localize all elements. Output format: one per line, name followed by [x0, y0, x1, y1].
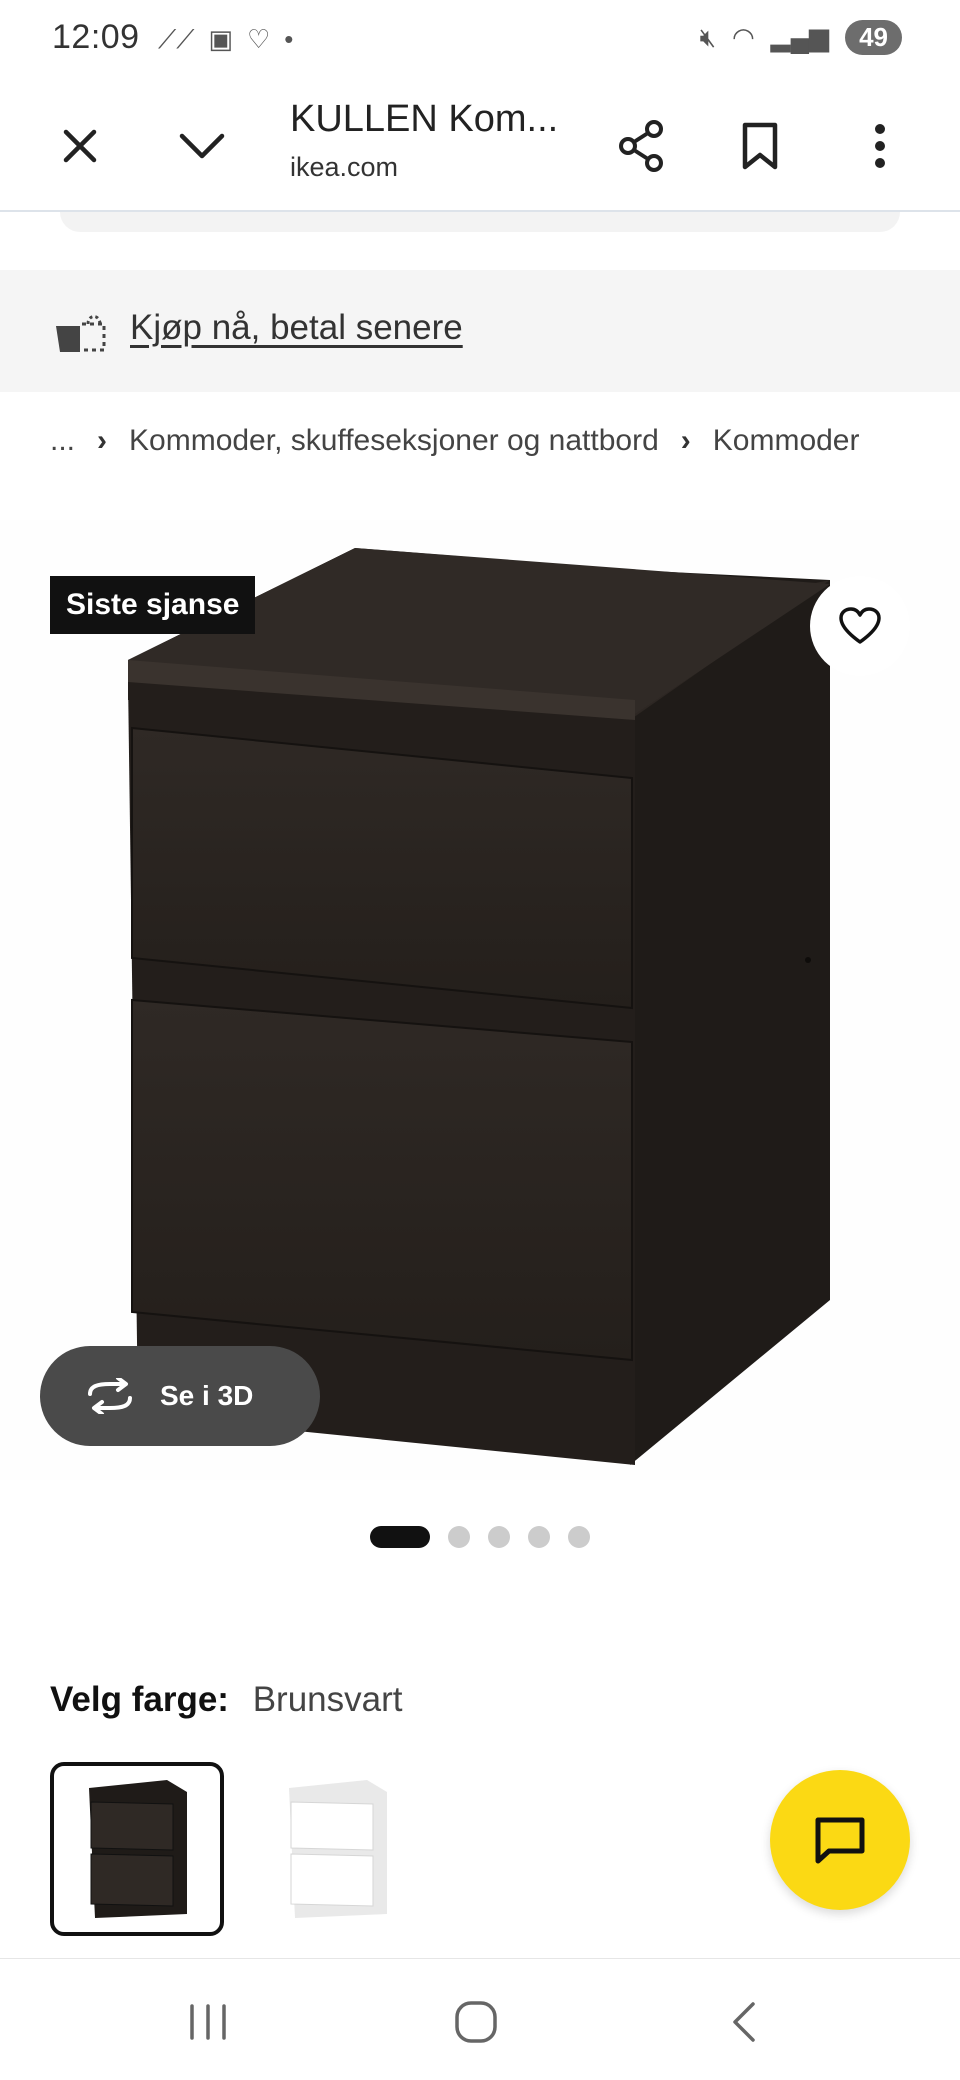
page-title: KULLEN Kom...	[290, 98, 559, 140]
status-badge: Siste sjanse	[50, 576, 256, 634]
breadcrumb-item-category[interactable]: Kommoder, skuffeseksjoner og nattbord	[129, 424, 659, 458]
view-3d-label: Se i 3D	[160, 1380, 254, 1411]
wifi-icon: ◠	[731, 22, 755, 52]
chat-icon	[815, 1817, 865, 1864]
bnpl-banner[interactable]: Kjøp nå, betal senere	[0, 270, 960, 392]
heart-icon	[839, 607, 881, 644]
home-icon[interactable]	[436, 1987, 516, 2057]
missed-call-icon: ⟋⟋	[158, 24, 195, 54]
rotate-3d-icon	[88, 1378, 132, 1414]
gallery-dot[interactable]	[568, 1526, 590, 1548]
product-image	[128, 548, 830, 1465]
news-app-icon: ▣	[208, 24, 233, 54]
gallery-dot[interactable]	[488, 1526, 510, 1548]
status-right-icons: 🔇︎ ◠ ▂▄▆ 49	[700, 20, 902, 55]
breadcrumb-ellipsis[interactable]: ...	[50, 424, 75, 458]
recents-icon[interactable]	[168, 1987, 248, 2057]
gallery-pagination	[370, 1526, 590, 1548]
gallery-dot[interactable]	[370, 1526, 430, 1548]
chevron-down-icon[interactable]	[166, 110, 238, 182]
product-image-gallery[interactable]	[0, 520, 960, 1480]
search-bar-remnant	[60, 212, 900, 232]
shopping-bag-icon	[54, 312, 108, 361]
mute-icon: 🔇︎	[699, 21, 716, 52]
share-icon[interactable]	[605, 110, 677, 182]
battery-badge: 49	[845, 20, 902, 55]
status-left-icons: ⟋⟋ ▣ ♡ •	[158, 22, 293, 56]
bnpl-link[interactable]: Kjøp nå, betal senere	[130, 308, 463, 348]
back-icon[interactable]	[704, 1987, 784, 2057]
breadcrumb-item-current[interactable]: Kommoder	[713, 424, 860, 458]
color-label: Velg farge:	[50, 1680, 229, 1719]
breadcrumb: ... › Kommoder, skuffeseksjoner og nattb…	[50, 424, 859, 458]
bookmark-icon[interactable]	[724, 110, 796, 182]
gallery-dot[interactable]	[448, 1526, 470, 1548]
dresser-thumbnail-white	[289, 1780, 387, 1918]
browser-toolbar: KULLEN Kom... ikea.com	[0, 80, 960, 212]
status-time: 12:09	[52, 18, 140, 56]
gallery-dot[interactable]	[528, 1526, 550, 1548]
color-selector-header: Velg farge: Brunsvart	[50, 1680, 402, 1720]
chevron-right-icon: ›	[97, 424, 108, 457]
close-icon[interactable]	[44, 110, 116, 182]
color-value: Brunsvart	[252, 1680, 403, 1719]
dresser-thumbnail-dark	[89, 1780, 187, 1918]
favorite-button[interactable]	[810, 576, 910, 676]
chat-button[interactable]	[770, 1770, 910, 1910]
color-swatch-white[interactable]	[250, 1762, 424, 1936]
dot-icon: •	[284, 24, 294, 54]
chevron-right-icon: ›	[680, 424, 691, 457]
color-swatch-brunsvart[interactable]	[50, 1762, 224, 1936]
heart-app-icon: ♡	[246, 24, 271, 54]
system-nav-bar	[0, 1958, 960, 2080]
status-bar: 12:09 ⟋⟋ ▣ ♡ • 🔇︎ ◠ ▂▄▆ 49	[0, 0, 960, 80]
view-3d-button[interactable]: Se i 3D	[40, 1346, 320, 1446]
page-url: ikea.com	[290, 152, 399, 182]
signal-icon: ▂▄▆	[770, 22, 830, 52]
more-vert-icon[interactable]	[844, 110, 916, 182]
